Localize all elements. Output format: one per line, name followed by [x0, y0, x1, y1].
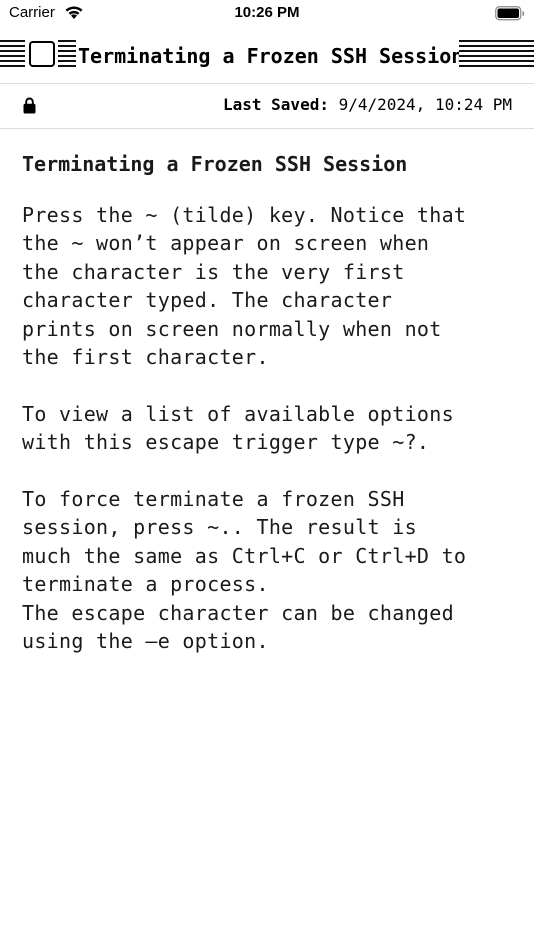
close-box-icon[interactable] [29, 41, 55, 67]
title-divider [0, 83, 534, 84]
title-bar-stripes-right [459, 40, 534, 70]
last-saved-label: Last Saved: [223, 95, 329, 114]
document-content[interactable]: Terminating a Frozen SSH Session Press t… [22, 150, 522, 656]
status-bar: Carrier 10:26 PM [0, 0, 534, 28]
last-saved-value: 9/4/2024, 10:24 PM [338, 95, 512, 114]
document-title: Terminating a Frozen SSH Session [22, 152, 408, 176]
document-body: Press the ~ (tilde) key. Notice that the… [22, 203, 467, 654]
title-bar-stripes-left [0, 40, 25, 70]
info-divider [0, 128, 534, 129]
lock-icon[interactable] [23, 97, 36, 119]
window-title: Terminating a Frozen SSH Session [78, 42, 464, 70]
battery-icon [495, 6, 525, 26]
status-time: 10:26 PM [234, 4, 300, 21]
last-saved-status: Last Saved: 9/4/2024, 10:24 PM [223, 95, 512, 114]
window-title-bar: Terminating a Frozen SSH Session [0, 36, 534, 74]
title-bar-stripes-center-left [58, 40, 76, 70]
